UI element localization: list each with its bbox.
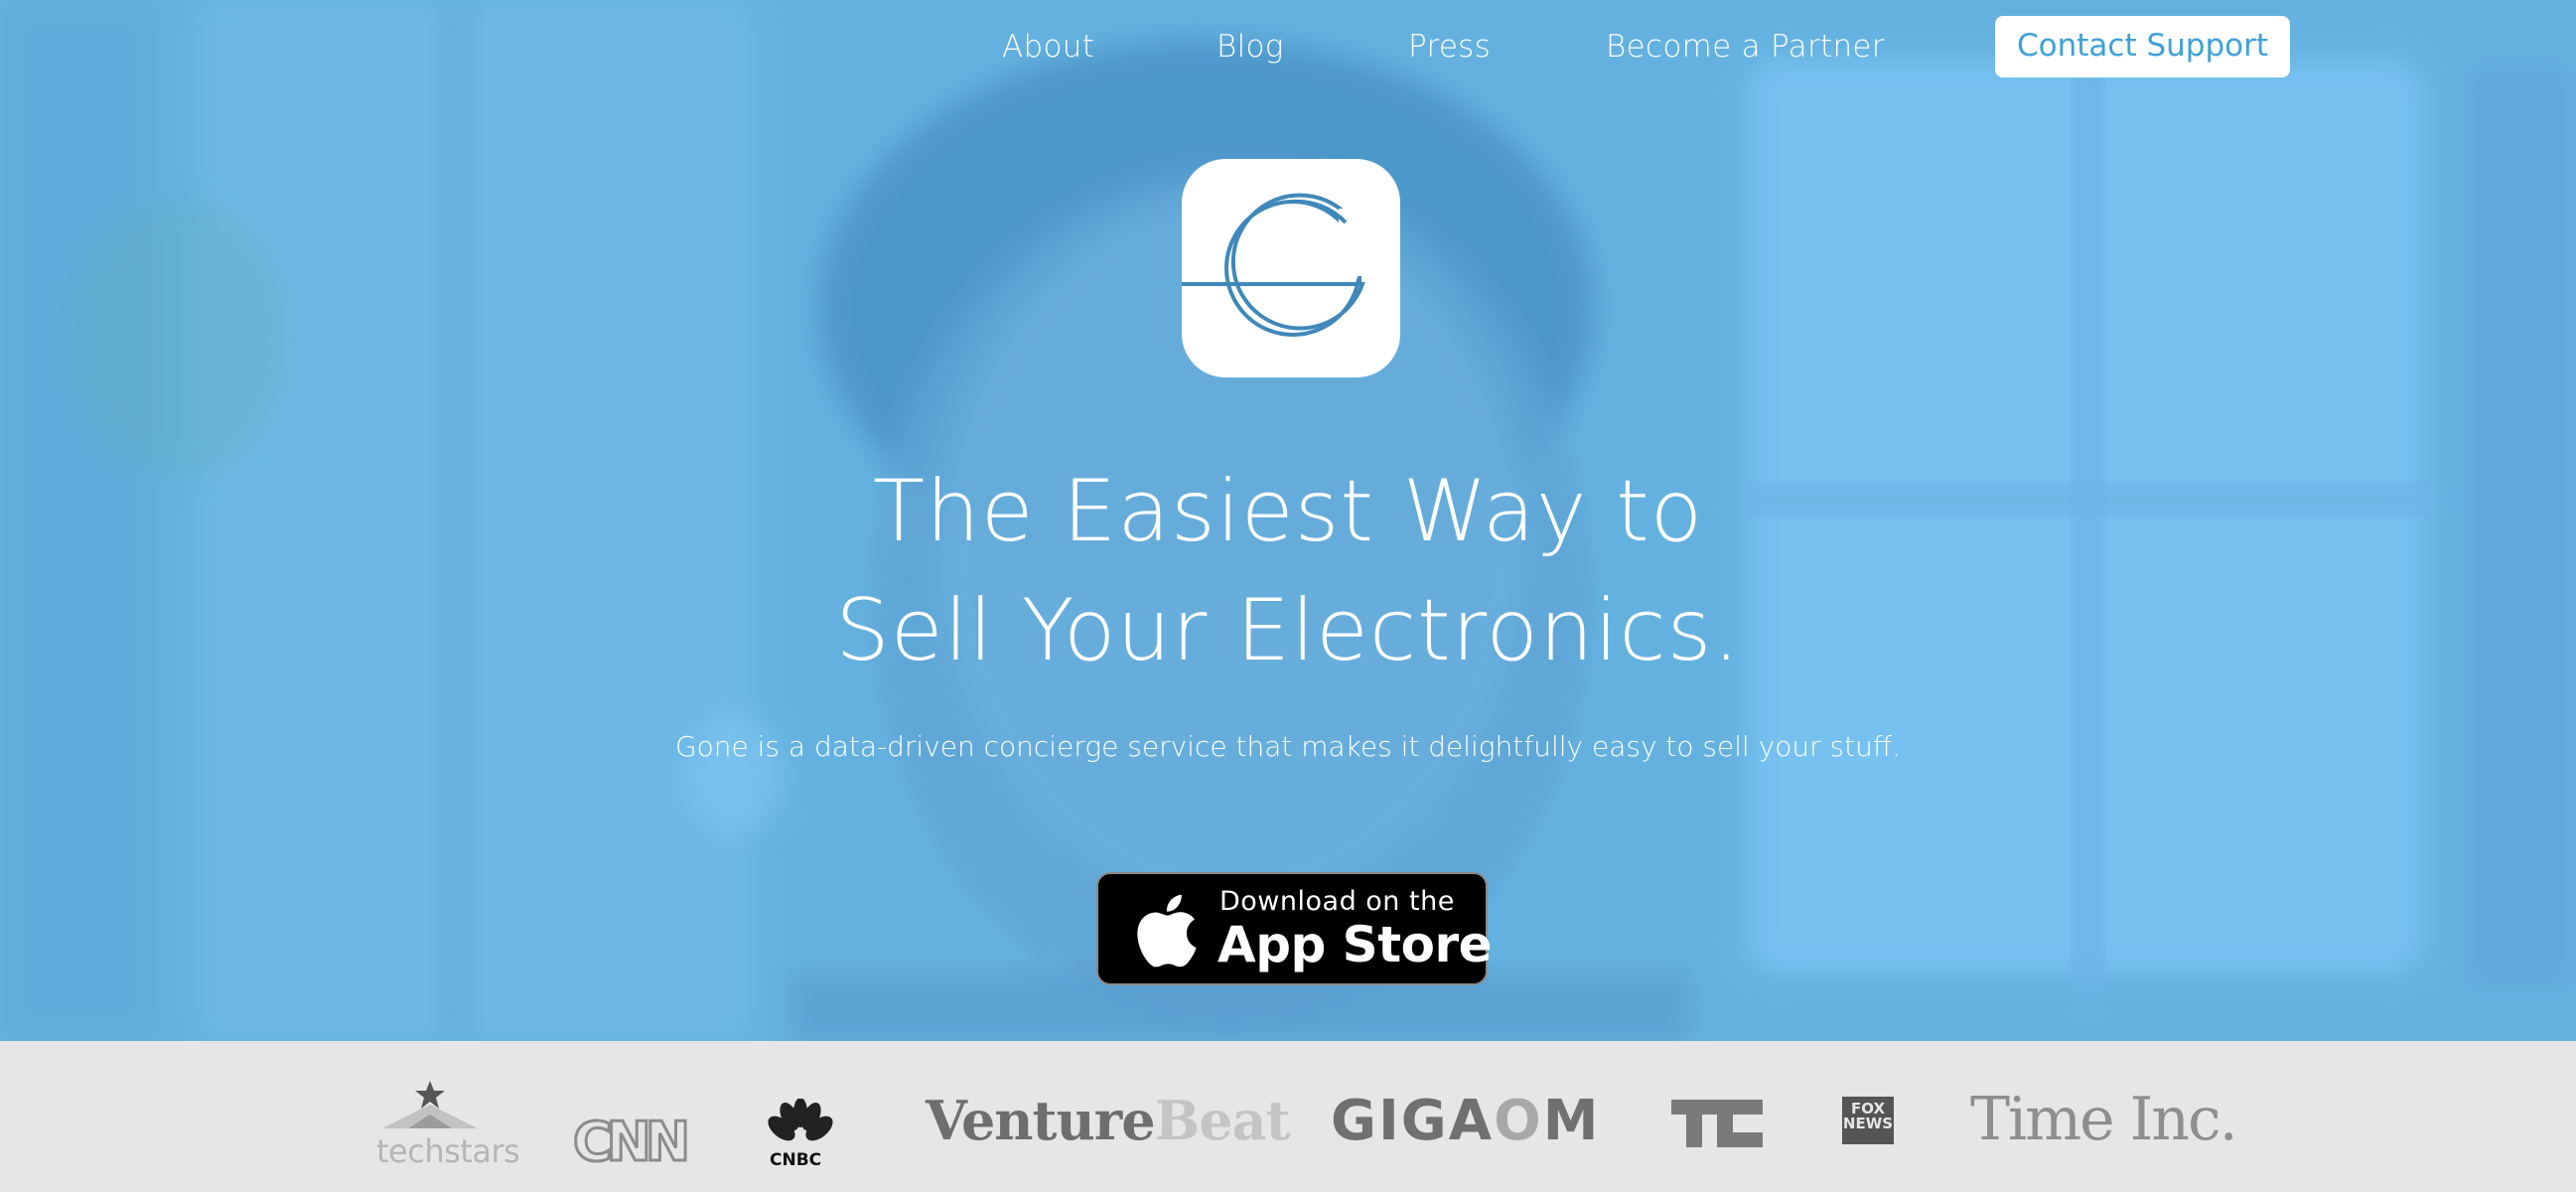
cnbc-wordmark: CNBC (770, 1150, 822, 1170)
fox-news-logo: FOX NEWS (1842, 1097, 1894, 1144)
cnn-logo: CNN (571, 1110, 691, 1175)
gigaom-word-giga: GIGA (1331, 1089, 1495, 1153)
nbc-peacock-icon (768, 1099, 833, 1141)
nav-link-about[interactable]: About (1002, 16, 1094, 79)
time-inc-logo: Time Inc. (1970, 1085, 2238, 1154)
venturebeat-word-beat: Beat (1154, 1089, 1291, 1152)
gone-g-logo-icon (1182, 193, 1378, 337)
news-word: NEWS (1842, 1115, 1894, 1132)
techstars-logo: techstars (372, 1081, 520, 1170)
hero-subtitle: Gone is a data-driven concierge service … (674, 730, 1902, 763)
press-logos-bar: techstars CNN CNBC VentureBeat GIGAOM FO… (0, 1041, 2576, 1192)
techstars-wordmark: techstars (376, 1132, 520, 1170)
venturebeat-logo: VentureBeat (926, 1089, 1291, 1152)
techcrunch-logo: TC (1671, 1100, 1763, 1147)
hero-headline: The Easiest Way to Sell Your Electronics… (0, 452, 2576, 690)
venturebeat-word-venture: Venture (926, 1089, 1156, 1152)
page: About Blog Press Become a Partner Contac… (0, 0, 2576, 1192)
apple-icon (1137, 894, 1197, 968)
nav-link-blog[interactable]: Blog (1216, 16, 1284, 79)
techstars-star-icon (382, 1081, 478, 1128)
cnbc-logo: CNBC (768, 1099, 833, 1178)
contact-support-button[interactable]: Contact Support (1995, 16, 2290, 77)
app-store-badge-large-text: App Store (1217, 916, 1493, 973)
top-navigation: About Blog Press Become a Partner Contac… (0, 16, 2576, 79)
gigaom-logo: GIGAOM (1331, 1089, 1600, 1153)
gigaom-letter-m: M (1542, 1089, 1601, 1153)
hero-headline-line-2: Sell Your Electronics. (835, 581, 1741, 680)
nav-link-become-a-partner[interactable]: Become a Partner (1606, 16, 1885, 79)
gigaom-letter-o: O (1494, 1089, 1543, 1153)
nav-link-press[interactable]: Press (1408, 16, 1491, 79)
gone-logo (1182, 159, 1400, 377)
hero-headline-line-1: The Easiest Way to (872, 462, 1704, 561)
app-store-badge-small-text: Download on the (1219, 886, 1455, 917)
app-store-download-button[interactable]: Download on the App Store (1096, 872, 1493, 985)
hero-section: About Blog Press Become a Partner Contac… (0, 0, 2576, 1041)
